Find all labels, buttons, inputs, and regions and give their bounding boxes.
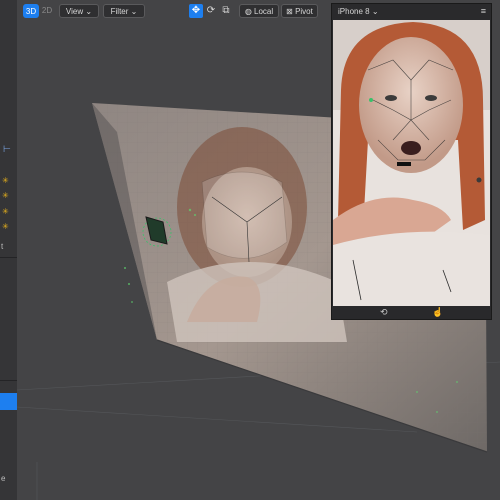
rotate-icon[interactable]: ⟳	[204, 4, 218, 18]
light-icon[interactable]: ✳	[2, 191, 9, 201]
chevron-down-icon: ⌄	[130, 7, 138, 16]
view-label: View	[65, 7, 84, 16]
filter-dropdown[interactable]: Filter ⌄	[103, 4, 145, 18]
view-dropdown[interactable]: View ⌄	[59, 4, 99, 18]
device-selector[interactable]: iPhone 8 ⌄	[338, 7, 379, 16]
simulator-preview	[333, 20, 490, 306]
left-panel: ⊢ ✳ ✳ ✳ ✳ t e	[0, 0, 17, 500]
simulator-header: iPhone 8 ⌄ ≡	[332, 4, 491, 20]
chevron-down-icon: ⌄	[371, 7, 379, 16]
scale-icon[interactable]: ⧉	[219, 4, 233, 18]
pivot-label: Pivot	[295, 7, 313, 16]
chevron-down-icon: ⌄	[85, 7, 93, 16]
simulator-footer: ⟲ ☝	[332, 306, 491, 319]
local-label: Local	[254, 7, 274, 16]
mode-3d-button[interactable]: 3D	[23, 4, 39, 18]
panel-text-fragment: t	[1, 242, 4, 251]
panel-divider	[0, 380, 17, 381]
device-simulator: iPhone 8 ⌄ ≡ ⟲ ☝	[331, 3, 492, 320]
globe-icon: ◍	[244, 7, 255, 16]
mode-2d-button[interactable]: 2D	[40, 4, 54, 18]
preview-image	[333, 20, 490, 306]
filter-label: Filter	[110, 7, 129, 16]
light-icon[interactable]: ✳	[2, 207, 9, 217]
pivot-button[interactable]: ⊠ Pivot	[281, 4, 318, 18]
pivot-icon: ⊠	[286, 7, 296, 16]
camera-switch-icon[interactable]: ⟲	[380, 307, 388, 318]
light-icon[interactable]: ✳	[2, 222, 9, 232]
move-icon[interactable]: ✥	[189, 4, 203, 18]
plus-icon[interactable]: ⊢	[3, 144, 11, 155]
local-button[interactable]: ◍ Local	[239, 4, 279, 18]
light-icon[interactable]: ✳	[2, 176, 9, 186]
selected-row[interactable]	[0, 393, 17, 410]
device-label: iPhone 8	[338, 7, 370, 16]
tap-icon[interactable]: ☝	[432, 307, 443, 318]
menu-icon[interactable]: ≡	[481, 6, 486, 16]
panel-divider	[0, 257, 17, 258]
panel-text-fragment: e	[1, 474, 6, 483]
